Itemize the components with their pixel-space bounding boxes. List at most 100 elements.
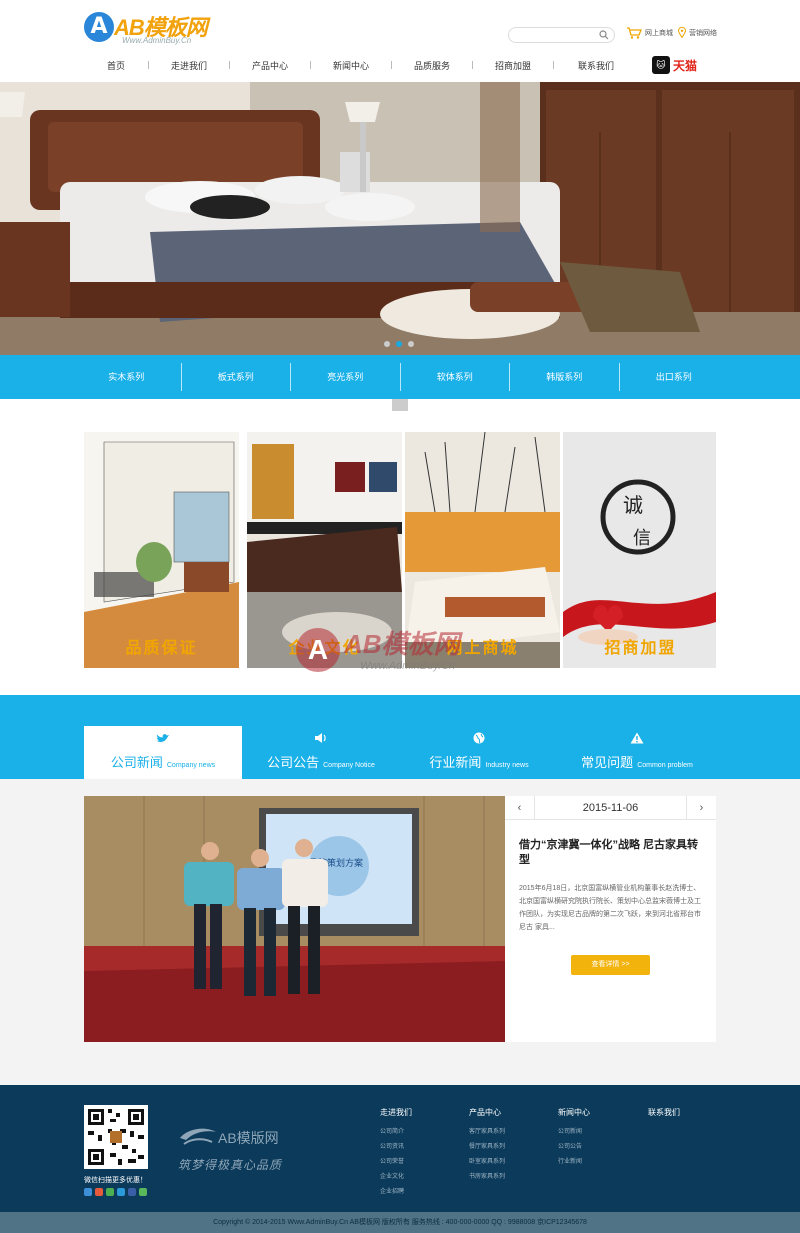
bedroom-banner-image xyxy=(0,82,800,355)
feature-label: 品质保证 xyxy=(125,640,198,657)
feature-label: 招商加盟 xyxy=(604,640,677,657)
category-export[interactable]: 出口系列 xyxy=(620,363,729,391)
footer-column-about: 走进我们 公司简介 公司资讯 公司荣誉 企业文化 企业招聘 xyxy=(380,1107,412,1201)
footer-link[interactable]: 书房家具系列 xyxy=(469,1171,505,1180)
share-more-icon[interactable] xyxy=(139,1188,147,1196)
svg-text:信: 信 xyxy=(633,528,651,549)
tab-company-notice[interactable]: 公司公告 Company Notice xyxy=(242,726,400,779)
nav-item-news[interactable]: 新闻中心 xyxy=(311,59,391,72)
integrity-calligraphy-image: 诚 信 xyxy=(563,432,716,668)
footer-link[interactable]: 公司简介 xyxy=(380,1126,412,1135)
news-excerpt: 2015年6月18日，北京国富纵横管业机构董事长赵洗博士、北京国富纵横研究院执行… xyxy=(519,885,701,931)
search-icon[interactable] xyxy=(599,30,609,40)
share-renren-icon[interactable] xyxy=(128,1188,136,1196)
svg-text:诚: 诚 xyxy=(623,493,643,517)
footer-slogan: 筑梦得极真心品质 xyxy=(178,1158,283,1172)
online-store-link[interactable]: 网上商城 xyxy=(626,27,673,39)
nav-item-about[interactable]: 走进我们 xyxy=(149,59,229,72)
footer-column-title[interactable]: 联系我们 xyxy=(648,1107,680,1118)
tab-title: 公司公告 xyxy=(267,755,320,770)
tab-company-news[interactable]: 公司新闻 Company news xyxy=(84,726,242,779)
footer-link[interactable]: 卧室家具系列 xyxy=(469,1156,505,1165)
logo-subtitle: Www.AdminBuy.Cn xyxy=(122,36,192,45)
share-weibo-icon[interactable] xyxy=(95,1188,103,1196)
category-korean[interactable]: 韩版系列 xyxy=(510,363,620,391)
footer-logo-mark xyxy=(180,1128,216,1145)
cart-label: 网上商城 xyxy=(645,30,673,37)
banner-dot-active[interactable] xyxy=(396,341,402,347)
globe-icon xyxy=(400,732,558,747)
footer-column-news: 新闻中心 公司新闻 公司公告 行业新闻 xyxy=(558,1107,590,1171)
location-label: 营销网络 xyxy=(689,29,717,37)
cart-icon xyxy=(627,27,642,39)
nav-item-quality[interactable]: 品质服务 xyxy=(392,59,472,72)
footer-logo: AB模版网 筑梦得极真心品质 xyxy=(178,1122,298,1172)
bird-icon xyxy=(84,732,242,747)
product-category-bar: 实木系列 板式系列 亮光系列 软体系列 韩版系列 出口系列 xyxy=(0,355,800,399)
tab-subtitle: Company Notice xyxy=(323,762,375,769)
nav-item-products[interactable]: 产品中心 xyxy=(230,59,310,72)
tab-common-problem[interactable]: 常见问题 Common problem xyxy=(558,726,716,779)
qr-code-image xyxy=(84,1105,148,1169)
footer-column-contact: 联系我们 xyxy=(648,1107,680,1126)
footer-link[interactable]: 企业文化 xyxy=(380,1171,412,1180)
hero-banner[interactable] xyxy=(0,82,800,355)
tab-industry-news[interactable]: 行业新闻 Industry news xyxy=(400,726,558,779)
feature-card-franchise[interactable]: 诚 信 招商加盟 xyxy=(563,432,718,668)
watermark-title: AB模板网 xyxy=(344,629,460,659)
tab-title: 常见问题 xyxy=(581,755,634,770)
banner-dot[interactable] xyxy=(408,341,414,347)
watermark-mark: A xyxy=(296,628,340,672)
tmall-link[interactable]: 🐱 天猫 xyxy=(652,56,697,74)
footer-link[interactable]: 公司新闻 xyxy=(558,1126,590,1135)
tmall-label: 天猫 xyxy=(673,58,698,73)
footer-link[interactable]: 公司资讯 xyxy=(380,1141,412,1150)
footer-column-title[interactable]: 走进我们 xyxy=(380,1107,412,1118)
footer-link[interactable]: 行业新闻 xyxy=(558,1156,590,1165)
meeting-photo-image: 品牌策划方案 xyxy=(84,796,505,1042)
tab-subtitle: Industry news xyxy=(485,762,529,769)
warning-icon xyxy=(558,732,716,747)
qr-caption: 微信扫描更多优惠！ xyxy=(84,1177,147,1184)
sales-network-link[interactable]: 营销网络 xyxy=(678,27,717,38)
nav-item-home[interactable]: 首页 xyxy=(84,59,148,72)
location-pin-icon xyxy=(678,27,686,38)
search-input[interactable] xyxy=(508,27,615,43)
footer-column-title[interactable]: 新闻中心 xyxy=(558,1107,590,1118)
footer-column-products: 产品中心 客厅家具系列 餐厅家具系列 卧室家具系列 书房家具系列 xyxy=(469,1107,505,1186)
footer-link[interactable]: 餐厅家具系列 xyxy=(469,1141,505,1150)
date-navigator: ‹ 2015-11-06 › xyxy=(505,796,716,820)
banner-pagination xyxy=(384,341,414,347)
chevron-right-icon[interactable]: › xyxy=(686,796,716,820)
speaker-icon xyxy=(242,732,400,747)
category-solid-wood[interactable]: 实木系列 xyxy=(72,363,182,391)
category-upholstered[interactable]: 软体系列 xyxy=(401,363,510,391)
footer-column-title[interactable]: 产品中心 xyxy=(469,1107,505,1118)
read-more-button[interactable]: 查看详情 >> xyxy=(571,955,650,975)
share-qzone-icon[interactable] xyxy=(84,1188,92,1196)
category-glossy[interactable]: 亮光系列 xyxy=(291,363,401,391)
living-room-sketch-image xyxy=(84,432,239,668)
nav-item-franchise[interactable]: 招商加盟 xyxy=(473,59,553,72)
footer-link[interactable]: 客厅家具系列 xyxy=(469,1126,505,1135)
news-title[interactable]: 借力“京津冀一体化”战略 尼古家具转型 xyxy=(519,838,709,868)
tmall-cat-icon: 🐱 xyxy=(652,56,670,74)
nav-item-contact[interactable]: 联系我们 xyxy=(554,59,638,72)
tab-title: 公司新闻 xyxy=(110,755,163,770)
share-icons xyxy=(84,1188,147,1196)
logo-mark: A xyxy=(84,12,114,42)
tab-title: 行业新闻 xyxy=(429,755,482,770)
footer-link[interactable]: 公司公告 xyxy=(558,1141,590,1150)
feature-card-quality[interactable]: 品质保证 xyxy=(84,432,239,668)
news-photo[interactable]: 品牌策划方案 xyxy=(84,796,505,1042)
category-panel[interactable]: 板式系列 xyxy=(182,363,291,391)
chevron-left-icon[interactable]: ‹ xyxy=(505,796,535,820)
share-wechat-icon[interactable] xyxy=(106,1188,114,1196)
watermark-logo: A AB模板网 Www.AdminBuy.Cn xyxy=(296,624,526,694)
category-toggle-tab[interactable] xyxy=(392,399,408,411)
share-tencent-icon[interactable] xyxy=(117,1188,125,1196)
footer-link[interactable]: 企业招聘 xyxy=(380,1186,412,1195)
footer-link[interactable]: 公司荣誉 xyxy=(380,1156,412,1165)
site-logo[interactable]: A AB模板网 Www.AdminBuy.Cn xyxy=(84,10,214,48)
banner-dot[interactable] xyxy=(384,341,390,347)
